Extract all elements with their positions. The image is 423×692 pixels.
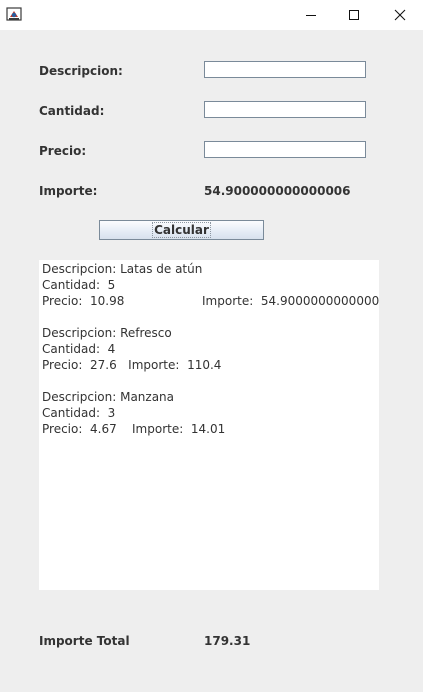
calcular-button-label: Calcular <box>152 222 211 238</box>
result-line: Importe: 54.900000000000006 <box>202 294 379 308</box>
result-line: Precio: 27.6 Importe: 110.4 <box>42 358 222 372</box>
result-line: Descripcion: Refresco <box>42 326 172 340</box>
result-line: Cantidad: 3 <box>42 406 116 420</box>
precio-input[interactable] <box>204 141 366 158</box>
importe-value: 54.900000000000006 <box>204 184 351 198</box>
result-line: Descripcion: Latas de atún <box>42 262 203 276</box>
descripcion-input[interactable] <box>204 61 366 78</box>
result-line: Cantidad: 5 <box>42 278 116 292</box>
minimize-button[interactable] <box>288 0 334 30</box>
java-app-icon <box>6 6 23 22</box>
title-bar <box>0 0 423 30</box>
importe-total-value: 179.31 <box>204 634 251 648</box>
cantidad-label: Cantidad: <box>39 104 105 118</box>
descripcion-label: Descripcion: <box>39 64 123 78</box>
result-line: Precio: 10.98 <box>42 294 125 308</box>
cantidad-input[interactable] <box>204 101 366 118</box>
maximize-icon <box>349 10 359 20</box>
importe-total-label: Importe Total <box>39 634 130 648</box>
result-line: Precio: 4.67 Importe: 14.01 <box>42 422 226 436</box>
result-line: Cantidad: 4 <box>42 342 116 356</box>
maximize-button[interactable] <box>331 0 377 30</box>
result-line: Descripcion: Manzana <box>42 390 175 404</box>
importe-label: Importe: <box>39 184 98 198</box>
precio-label: Precio: <box>39 144 87 158</box>
calcular-button[interactable]: Calcular <box>99 220 264 240</box>
results-text-area[interactable]: Descripcion: Latas de atún Cantidad: 5 P… <box>39 260 379 590</box>
close-icon <box>394 9 406 21</box>
close-button[interactable] <box>377 0 423 30</box>
minimize-icon <box>306 15 316 16</box>
